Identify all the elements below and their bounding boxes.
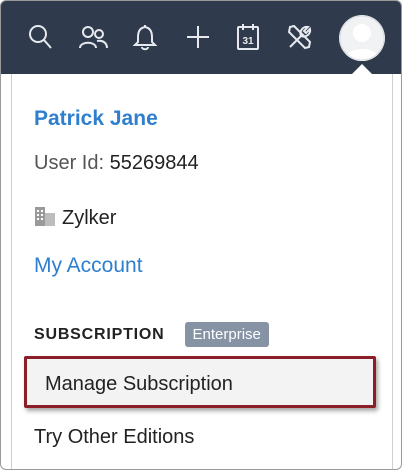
user-id-value: 55269844 <box>109 152 199 174</box>
try-other-editions-item[interactable]: Try Other Editions <box>34 426 194 449</box>
subscription-heading: SUBSCRIPTION <box>34 325 165 343</box>
edition-badge: Enterprise <box>184 322 269 347</box>
user-avatar[interactable] <box>339 15 385 61</box>
manage-subscription-label: Manage Subscription <box>45 373 233 395</box>
bell-icon[interactable] <box>128 19 162 55</box>
search-icon[interactable] <box>23 19 57 55</box>
user-id-row: User Id: 55269844 <box>34 152 199 175</box>
manage-subscription-item[interactable]: Manage Subscription <box>24 356 376 408</box>
app-frame: 31 Patrick Jane User Id: 55269844 Zylker… <box>0 0 402 470</box>
calendar-day-number: 31 <box>242 36 254 47</box>
contacts-icon[interactable] <box>76 19 110 55</box>
plus-icon[interactable] <box>181 19 215 55</box>
top-navigation-bar: 31 <box>1 1 401 75</box>
organization-row: Zylker <box>34 204 116 232</box>
organization-name: Zylker <box>62 206 117 229</box>
user-name-link[interactable]: Patrick Jane <box>34 107 158 131</box>
tools-icon[interactable] <box>283 19 317 55</box>
subscription-row: SUBSCRIPTION Enterprise <box>34 322 269 347</box>
my-account-link[interactable]: My Account <box>34 254 143 278</box>
user-id-label: User Id: <box>34 152 105 174</box>
calendar-icon[interactable]: 31 <box>231 19 265 55</box>
building-icon <box>34 204 56 232</box>
